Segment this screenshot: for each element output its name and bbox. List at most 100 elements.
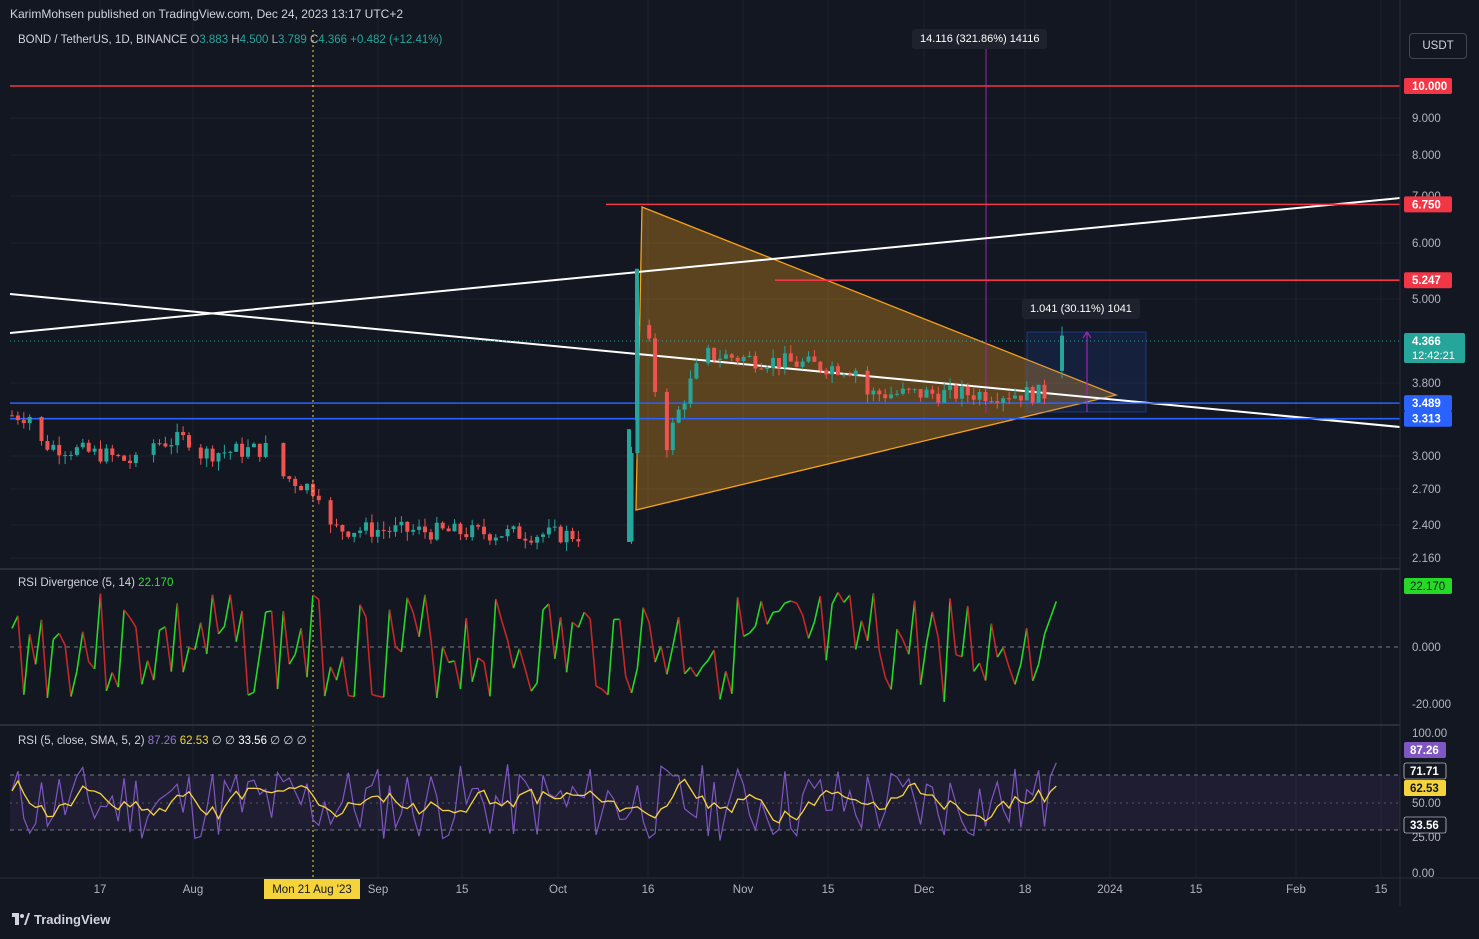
rsi-tick-label: 25.00 [1412, 832, 1441, 844]
rsi-div-segment [713, 650, 721, 700]
rsi-div-segment [672, 617, 680, 647]
candle-body [122, 455, 127, 461]
tradingview-brand[interactable]: TradingView [12, 912, 110, 927]
candle-body [771, 357, 776, 369]
rsi-div-segment [253, 653, 261, 693]
rsi-div-segment [495, 598, 503, 621]
rsi-div-segment [377, 695, 384, 699]
candle-body [912, 389, 917, 391]
rsi-div-segment [52, 632, 60, 640]
candle-body [1042, 384, 1047, 399]
candle-body [92, 448, 97, 452]
rsi-div-segment [766, 611, 774, 625]
rsi-div-segment [878, 650, 886, 678]
rsi-div-segment [282, 610, 291, 665]
rsi-div-segment [247, 691, 255, 696]
candle-body [753, 355, 758, 369]
rsi-div-segment [512, 648, 521, 669]
candle-body [251, 443, 256, 448]
currency-button[interactable]: USDT [1409, 33, 1467, 59]
rsi-div-segment [28, 634, 37, 665]
candle-body [375, 529, 380, 537]
candle-body [458, 523, 463, 535]
candle-body [570, 530, 575, 540]
rsi-badge: 71.71 [1410, 766, 1439, 778]
candle-body [157, 443, 162, 445]
candle-body [777, 357, 781, 368]
candle-body [352, 532, 357, 537]
candle-body [27, 416, 32, 424]
rsi-div-segment [636, 607, 645, 669]
price-tick-label: 3.000 [1412, 451, 1441, 463]
candle-body [883, 394, 888, 399]
candle-body [954, 385, 958, 399]
candle-body [965, 386, 970, 396]
candle-body [381, 529, 386, 531]
rsi-div-segment [689, 666, 698, 677]
candle-body [564, 530, 569, 543]
candle-body [228, 451, 233, 453]
level-badge-6.750: 6.750 [1412, 199, 1441, 211]
rsi-divergence-legend[interactable]: RSI Divergence (5, 14) 22.170 [18, 577, 173, 589]
candle-body [664, 391, 669, 451]
rsi-div-segment [382, 609, 391, 698]
rsi-div-segment [731, 597, 739, 694]
rsi-div-segment [684, 666, 692, 675]
candle-body [712, 347, 717, 361]
time-tick-label: 18 [1019, 884, 1032, 896]
rsi-div-segment [88, 661, 96, 670]
rsi-div-segment [849, 595, 857, 650]
candle-body [806, 356, 811, 362]
rsi-div-segment [129, 617, 137, 628]
time-tick-label: Dec [914, 884, 935, 896]
candle-body [847, 374, 852, 376]
high-value: 4.500 [239, 34, 269, 46]
candle-body [971, 395, 976, 400]
candle-body [729, 354, 734, 358]
candle-body [246, 447, 250, 457]
rsi-div-segment [353, 604, 361, 697]
rsi-div-segment [329, 666, 338, 681]
candle-body-spike [627, 429, 631, 542]
rsi-div-segment [430, 639, 438, 698]
rsi-div-segment [117, 609, 125, 688]
candle-body [470, 525, 475, 538]
chart-canvas[interactable]: 9.0008.0007.0006.0005.0003.8003.0002.700… [0, 0, 1479, 939]
candle-body [1030, 387, 1035, 403]
rsi-div-segment [890, 628, 898, 690]
candle-body [464, 534, 469, 538]
candle-body [452, 523, 457, 532]
candle-body [387, 530, 392, 532]
measure-label-big: 14.116 (321.86%) 14116 [912, 29, 1048, 49]
rsi-div-segment [1002, 647, 1010, 668]
candle-body [399, 521, 404, 526]
price-tick-label: 5.000 [1412, 294, 1441, 306]
rsi-div-segment [949, 598, 957, 655]
candle-body [116, 454, 121, 456]
rsi-div-segment [571, 621, 579, 628]
rsi-legend[interactable]: RSI (5, close, SMA, 5, 2) 87.26 62.53 ∅ … [18, 733, 307, 747]
publisher-line: KarimMohsen published on TradingView.com… [10, 7, 404, 21]
rsi-div-segment [312, 594, 320, 601]
symbol-legend[interactable]: BOND / TetherUS, 1D, BINANCE O3.883 H4.5… [18, 34, 442, 46]
rsi-div-segment [371, 693, 379, 697]
rsi-div-segment [707, 649, 715, 661]
rsi-badge: 33.56 [1410, 820, 1439, 832]
rsi-div-segment [618, 619, 627, 676]
candle-body [305, 483, 309, 491]
rsi-div-segment [807, 621, 816, 639]
candle-body [989, 401, 994, 403]
rsi-div-segment [719, 671, 727, 700]
rsi-div-segment [465, 617, 473, 682]
rsi-div-segment [795, 602, 804, 616]
rsi-badge: 62.53 [1410, 783, 1439, 795]
rsi-div-segment [135, 627, 143, 685]
rsi-div-segment [141, 660, 149, 685]
candle-body [1018, 395, 1023, 401]
candle-body [440, 522, 445, 529]
rsi-div-value: 22.170 [138, 577, 174, 589]
rsi-div-segment [300, 628, 308, 678]
candle-body [499, 536, 504, 538]
candle-body [39, 416, 44, 442]
candle-body [222, 452, 227, 454]
